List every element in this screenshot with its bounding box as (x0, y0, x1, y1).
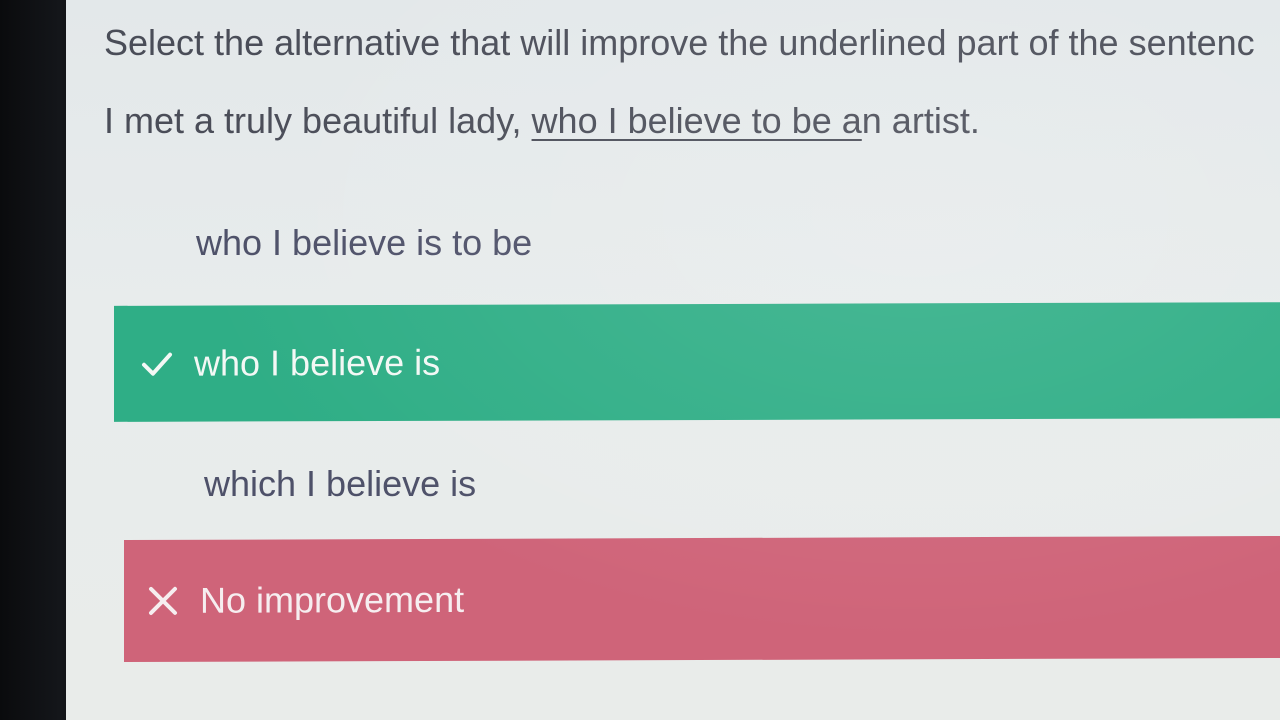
quiz-screen: Select the alternative that will improve… (66, 0, 1280, 720)
sentence-underlined-part: who I believe to be a (531, 100, 862, 141)
answer-option-2-correct[interactable]: who I believe is (114, 302, 1280, 422)
answer-option-label: who I believe is to be (196, 222, 533, 263)
sentence-end: n artist. (861, 100, 980, 141)
answer-option-label: which I believe is (204, 463, 477, 504)
x-icon (146, 584, 180, 618)
answer-option-label: who I believe is (194, 341, 441, 384)
answer-option-label: No improvement (200, 578, 465, 621)
answer-option-1[interactable]: who I believe is to be (196, 215, 1280, 271)
question-prompt: Select the alternative that will improve… (104, 22, 1255, 63)
answer-option-4-incorrect[interactable]: No improvement (124, 535, 1280, 663)
checkmark-icon (140, 347, 174, 381)
question-sentence: I met a truly beautiful lady, who I beli… (104, 100, 980, 142)
answer-option-3[interactable]: which I believe is (204, 456, 1280, 512)
sentence-start: I met a truly beautiful lady, (104, 100, 532, 141)
